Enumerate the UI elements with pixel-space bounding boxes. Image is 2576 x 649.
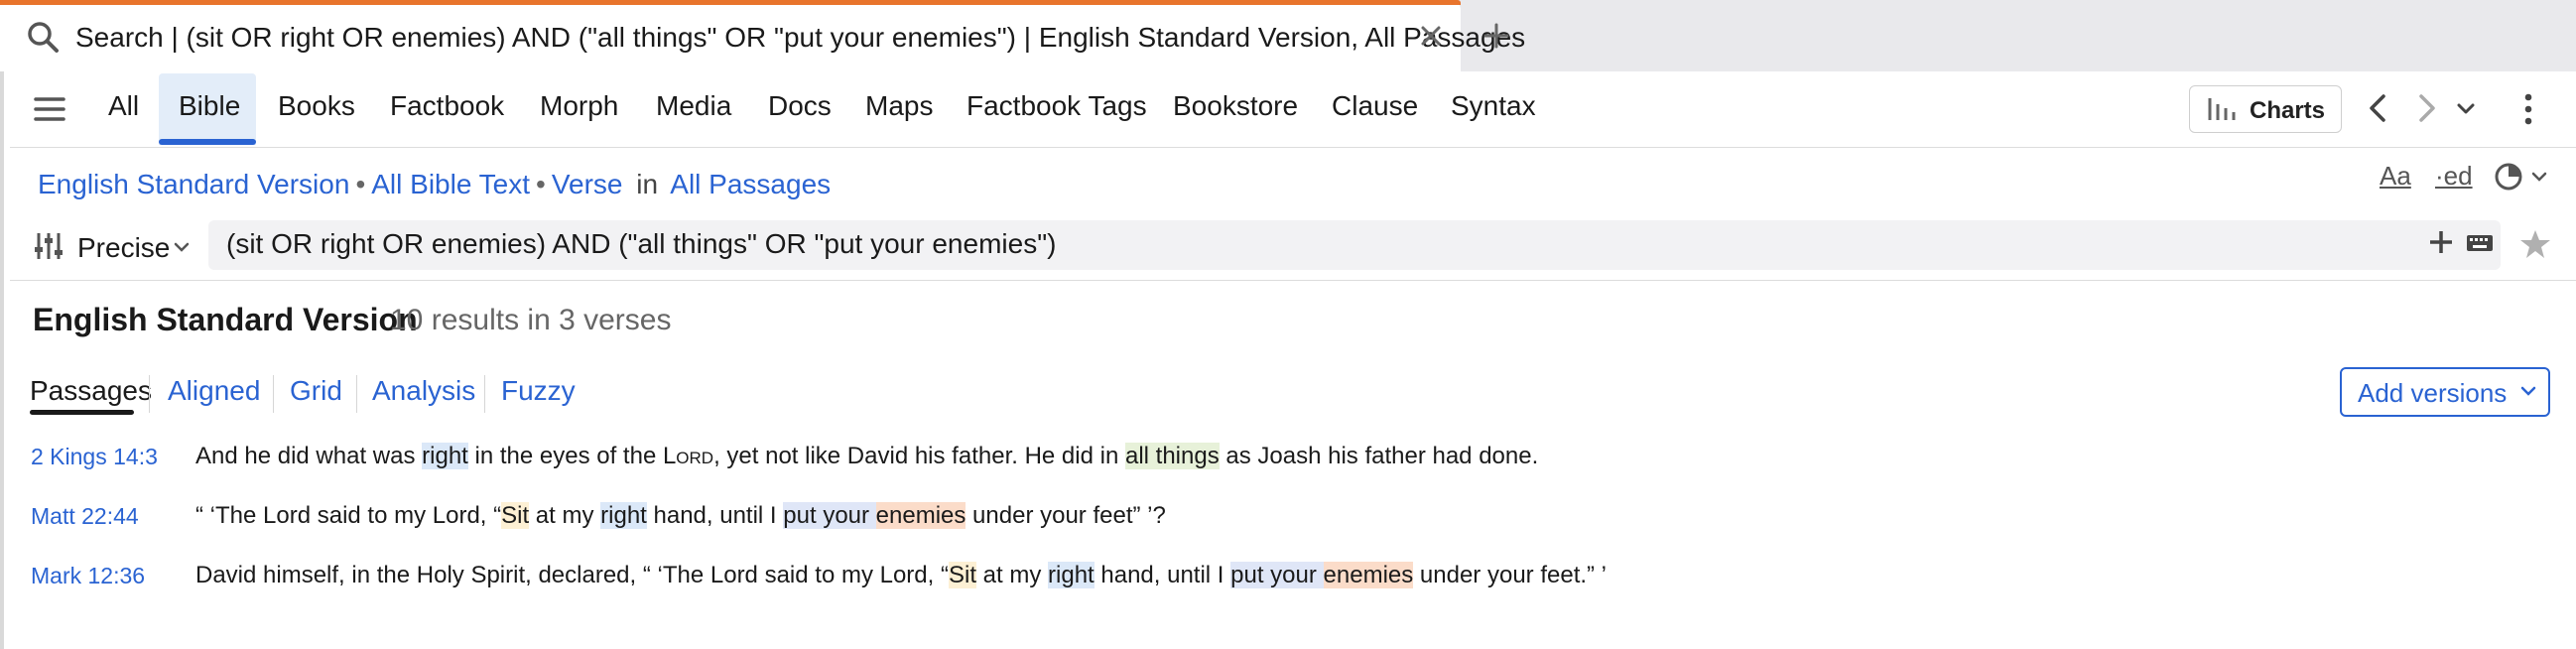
- charts-button[interactable]: Charts: [2189, 85, 2342, 133]
- verse-text-part: hand, until I: [1094, 562, 1231, 588]
- view-tab-separator: [273, 375, 274, 413]
- tab-accent-bar: [0, 0, 1461, 5]
- theme-color-icon[interactable]: [2493, 161, 2524, 193]
- search-hit[interactable]: enemies: [1323, 562, 1414, 588]
- view-tab-separator: [356, 375, 357, 413]
- add-term-plus-icon[interactable]: [2427, 228, 2455, 256]
- add-versions-button[interactable]: Add versions: [2340, 367, 2550, 417]
- view-tab-active-indicator: [30, 410, 134, 415]
- nav-tab-morph[interactable]: Morph: [540, 90, 618, 122]
- search-mode-chevron-icon[interactable]: [173, 240, 191, 254]
- verse-text-part: under your feet.” ’: [1413, 562, 1608, 588]
- search-scope-breadcrumb: English Standard Version • All Bible Text •…: [38, 169, 831, 200]
- verse-text-part: , yet not like David his father. He did …: [713, 443, 1125, 469]
- search-hit[interactable]: right: [1048, 562, 1095, 588]
- scope-link[interactable]: All Bible Text: [371, 169, 530, 199]
- nav-tab-clause[interactable]: Clause: [1332, 90, 1418, 122]
- search-icon: [24, 18, 62, 56]
- nav-tab-bible[interactable]: Bible: [179, 90, 240, 122]
- verse-text-part: at my: [976, 562, 1049, 588]
- nav-tab-books[interactable]: Books: [278, 90, 355, 122]
- window-left-edge: [0, 71, 4, 649]
- search-hit[interactable]: Sit: [948, 562, 976, 588]
- verse-text: “ ‘The Lord said to my Lord, “Sit at my …: [195, 502, 1166, 530]
- verse-reference-link[interactable]: Matt 22:44: [31, 503, 139, 530]
- view-tab-passages[interactable]: Passages: [30, 375, 152, 407]
- new-tab-plus-icon[interactable]: [1481, 20, 1512, 52]
- view-tab-analysis[interactable]: Analysis: [372, 375, 475, 407]
- history-dropdown-chevron-icon[interactable]: [2455, 99, 2477, 119]
- nav-tab-factbook[interactable]: Factbook: [390, 90, 504, 122]
- search-hit[interactable]: all things: [1124, 443, 1220, 469]
- forward-chevron-icon[interactable]: [2415, 91, 2439, 125]
- verse-text-part: “ ‘The Lord said to my Lord, “: [195, 502, 502, 529]
- nav-tab-factbook-tags[interactable]: Factbook Tags: [966, 90, 1147, 122]
- verse-text: David himself, in the Holy Spirit, decla…: [195, 562, 1607, 589]
- verse-reference-link[interactable]: Mark 12:36: [31, 563, 145, 589]
- search-hit[interactable]: put your: [783, 502, 876, 529]
- verse-text-part: at my: [529, 502, 601, 529]
- nav-tab-docs[interactable]: Docs: [768, 90, 832, 122]
- view-tab-fuzzy[interactable]: Fuzzy: [501, 375, 576, 407]
- verse-text-part: in the eyes of the: [467, 443, 663, 469]
- range-link[interactable]: All Passages: [670, 169, 831, 199]
- verse-text-part: David himself, in the Holy Spirit, decla…: [195, 562, 949, 588]
- filter-sliders-icon[interactable]: [34, 230, 67, 262]
- add-versions-label: Add versions: [2358, 378, 2508, 408]
- nav-tab-syntax[interactable]: Syntax: [1451, 90, 1536, 122]
- search-hit[interactable]: enemies: [875, 502, 966, 529]
- search-mode-select[interactable]: Precise: [77, 232, 170, 264]
- nav-tab-bookstore[interactable]: Bookstore: [1173, 90, 1298, 122]
- nav-active-tab-indicator: [159, 139, 256, 145]
- nav-tab-maps[interactable]: Maps: [865, 90, 933, 122]
- results-count: 10 results in 3 verses: [390, 304, 672, 336]
- charts-button-label: Charts: [2250, 97, 2326, 124]
- view-tab-separator: [149, 375, 150, 413]
- unit-link[interactable]: Verse: [552, 169, 623, 199]
- bar-chart-icon: [2206, 96, 2240, 122]
- verse-text-part: hand, until I: [646, 502, 784, 529]
- separator-dot: •: [536, 169, 546, 199]
- nav-tab-media[interactable]: Media: [656, 90, 731, 122]
- close-tab-icon[interactable]: [1417, 22, 1445, 50]
- view-tab-separator: [484, 375, 485, 413]
- view-tab-aligned[interactable]: Aligned: [168, 375, 260, 407]
- verse-text: And he did what was right in the eyes of…: [195, 443, 1538, 470]
- tab-title: Search | (sit OR right OR enemies) AND (…: [75, 22, 1526, 53]
- verse-text-part: as Joash his father had done.: [1219, 443, 1539, 469]
- search-hit[interactable]: put your: [1230, 562, 1324, 588]
- version-link[interactable]: English Standard Version: [38, 169, 349, 199]
- theme-dropdown-chevron-icon[interactable]: [2530, 169, 2548, 185]
- keyboard-icon[interactable]: [2465, 232, 2495, 254]
- font-size-icon[interactable]: Aa: [2380, 161, 2411, 192]
- favorite-star-icon[interactable]: [2518, 228, 2552, 260]
- add-versions-chevron-icon: [2520, 385, 2536, 397]
- view-tab-grid[interactable]: Grid: [290, 375, 342, 407]
- search-hit[interactable]: right: [600, 502, 647, 529]
- nav-tab-all[interactable]: All: [108, 90, 139, 122]
- verse-text-part: And he did what was: [195, 443, 423, 469]
- separator-dot: •: [355, 169, 366, 199]
- more-options-icon[interactable]: [2518, 91, 2538, 127]
- view-tabs: Passages Aligned Grid Analysis Fuzzy: [30, 375, 625, 415]
- hamburger-menu-icon[interactable]: [32, 91, 67, 127]
- search-hit[interactable]: right: [422, 443, 468, 469]
- back-chevron-icon[interactable]: [2366, 91, 2389, 125]
- verse-reference-link[interactable]: 2 Kings 14:3: [31, 444, 158, 470]
- spelling-icon[interactable]: ·ed: [2435, 161, 2473, 192]
- search-hit[interactable]: Sit: [501, 502, 530, 529]
- results-version-title: English Standard Version: [33, 302, 418, 337]
- verse-text-part: Lord: [662, 443, 714, 469]
- in-label: in: [636, 169, 659, 199]
- verse-text-part: under your feet” ’?: [966, 502, 1166, 529]
- search-query-text: (sit OR right OR enemies) AND ("all thin…: [226, 228, 1057, 259]
